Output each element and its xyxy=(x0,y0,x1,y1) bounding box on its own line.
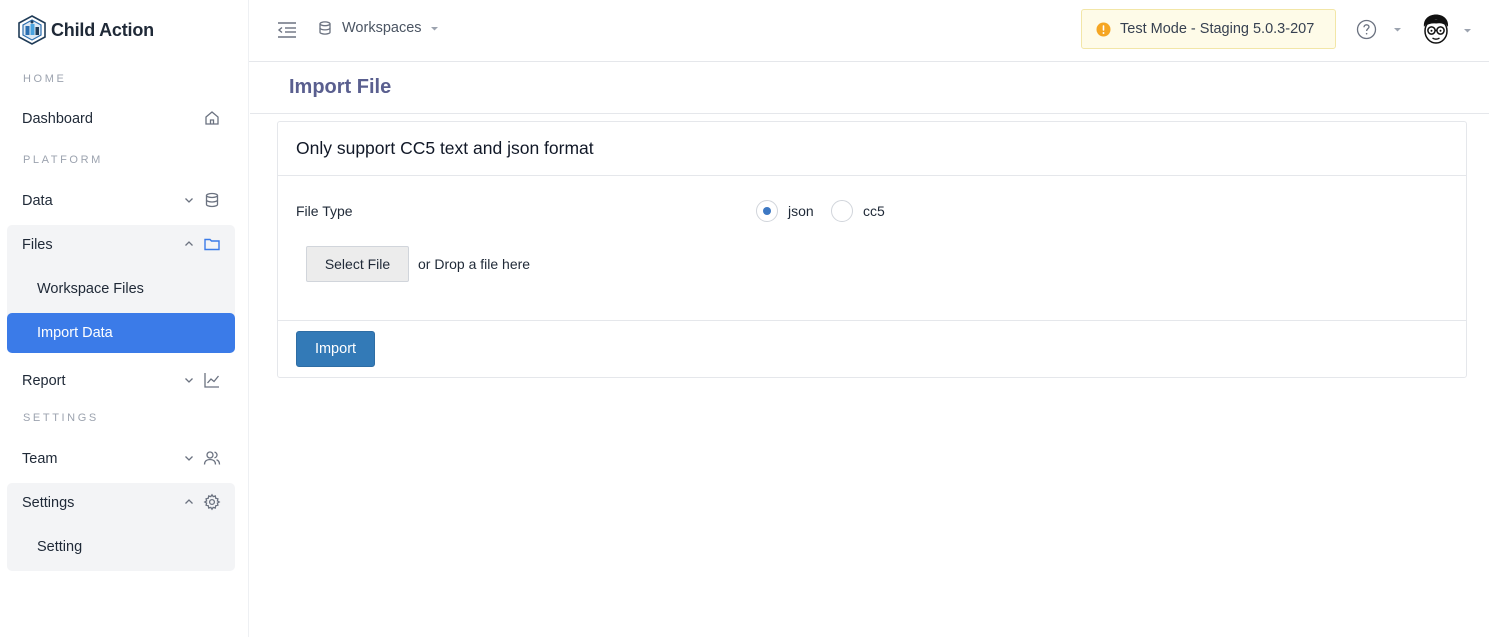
chevron-down-icon xyxy=(185,456,193,461)
line-chart-icon xyxy=(204,373,220,388)
help-menu[interactable] xyxy=(1356,19,1402,40)
sidebar-item-label: Dashboard xyxy=(22,111,93,127)
sidebar-item-report[interactable]: Report xyxy=(7,361,235,401)
sidebar-item-dashboard[interactable]: Dashboard xyxy=(7,99,235,139)
sidebar: Child Action HOME Dashboard PLATFORM Dat… xyxy=(0,0,249,637)
radio-json-label: json xyxy=(788,203,814,219)
brand[interactable]: Child Action xyxy=(16,12,154,48)
sidebar-item-data[interactable]: Data xyxy=(7,181,235,221)
caret-down-icon xyxy=(430,26,438,30)
database-icon xyxy=(205,192,219,208)
sidebar-item-settings[interactable]: Settings xyxy=(7,483,235,523)
workspace-selector[interactable]: Workspaces xyxy=(317,20,439,36)
radio-cc5-circle[interactable] xyxy=(831,200,853,222)
radio-cc5[interactable]: cc5 xyxy=(831,200,885,222)
radio-cc5-label: cc5 xyxy=(863,203,885,219)
sidebar-item-label: Team xyxy=(22,451,58,467)
database-icon xyxy=(319,21,331,35)
gear-icon xyxy=(203,493,221,511)
sidebar-item-team[interactable]: Team xyxy=(7,439,235,479)
sidebar-item-label: Data xyxy=(22,193,53,209)
sidebar-item-files[interactable]: Files xyxy=(7,225,235,265)
caret-down-icon xyxy=(1394,28,1401,32)
test-mode-badge: Test Mode - Staging 5.0.3-207 xyxy=(1081,9,1336,49)
page-header: Import File xyxy=(250,62,1489,114)
import-file-card: Only support CC5 text and json format Fi… xyxy=(277,121,1467,378)
sidebar-item-label: Settings xyxy=(22,495,75,511)
warning-icon xyxy=(1096,22,1111,36)
file-type-label: File Type xyxy=(296,203,353,219)
folder-icon xyxy=(204,238,220,251)
help-icon xyxy=(1356,19,1377,40)
sidebar-item-setting[interactable]: Setting xyxy=(7,527,235,567)
home-icon xyxy=(205,111,219,125)
brand-name: Child Action xyxy=(51,19,154,40)
sidebar-item-import-data[interactable]: Import Data xyxy=(7,313,235,353)
drop-zone-text[interactable]: or Drop a file here xyxy=(418,256,530,272)
menu-collapse-icon[interactable] xyxy=(276,20,298,40)
section-label-home: HOME xyxy=(23,73,67,85)
top-bar: Workspaces Test Mode - Staging 5.0.3-207 xyxy=(249,0,1489,62)
workspace-label: Workspaces xyxy=(342,20,422,36)
import-button[interactable]: Import xyxy=(296,331,375,367)
sidebar-item-label: Files xyxy=(22,237,53,253)
chevron-down-icon xyxy=(185,198,193,203)
section-label-platform: PLATFORM xyxy=(23,154,103,166)
radio-json-circle[interactable] xyxy=(756,200,778,222)
caret-down-icon xyxy=(1464,28,1471,32)
chevron-down-icon xyxy=(185,378,193,383)
sidebar-item-label: Report xyxy=(22,373,66,389)
sidebar-item-workspace-files[interactable]: Workspace Files xyxy=(7,269,235,309)
card-title: Only support CC5 text and json format xyxy=(278,122,1466,176)
user-menu[interactable] xyxy=(1421,13,1472,47)
card-footer-divider xyxy=(278,320,1466,321)
chevron-up-icon xyxy=(185,241,193,246)
page-title: Import File xyxy=(289,76,392,98)
child-action-logo-icon xyxy=(18,15,46,45)
select-file-button[interactable]: Select File xyxy=(306,246,409,282)
section-label-settings: SETTINGS xyxy=(23,412,99,424)
users-icon xyxy=(203,451,221,465)
radio-json[interactable]: json xyxy=(756,200,814,222)
chevron-up-icon xyxy=(185,499,193,504)
avatar xyxy=(1423,14,1449,44)
test-mode-text: Test Mode - Staging 5.0.3-207 xyxy=(1120,21,1315,37)
